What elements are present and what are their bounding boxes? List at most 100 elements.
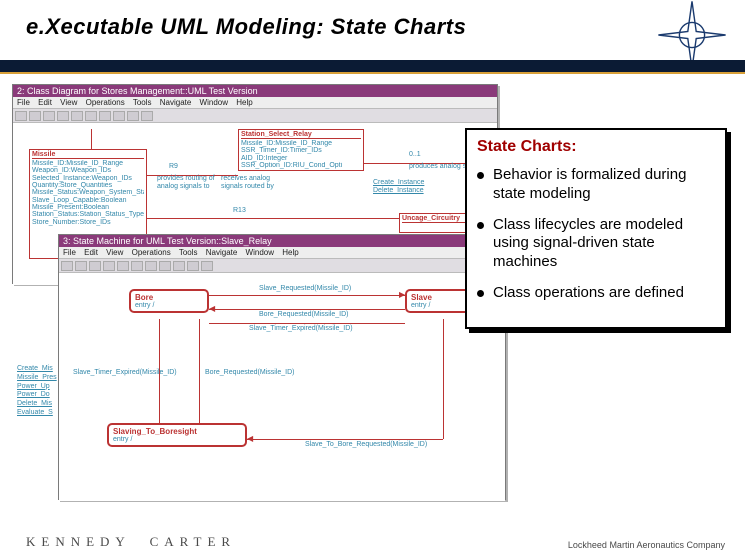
transition-label: Bore_Requested(Missile_ID) <box>205 369 294 376</box>
slide: e.Xecutable UML Modeling: State Charts 2… <box>0 0 745 558</box>
menu-edit[interactable]: Edit <box>84 248 98 257</box>
menu-bar[interactable]: File Edit View Operations Tools Navigate… <box>59 247 505 259</box>
link-delete-instance[interactable]: Delete_Instance <box>373 187 424 194</box>
link-create-instance[interactable]: Create_Instance <box>373 179 424 186</box>
class-relay[interactable]: Station_Select_Relay Missile_ID:Missile_… <box>238 129 364 171</box>
toolbar-button[interactable] <box>173 261 185 271</box>
menu-file[interactable]: File <box>63 248 76 257</box>
rel-label: receives analog <box>221 175 270 182</box>
attr: Missile_ID:Missile_ID_Range <box>32 160 144 167</box>
header: e.Xecutable UML Modeling: State Charts <box>0 0 745 68</box>
footer-right: Lockheed Martin Aeronautics Company <box>568 540 725 550</box>
toolbar-button[interactable] <box>85 111 97 121</box>
bullet-icon <box>477 222 484 229</box>
toolbar-button[interactable] <box>145 261 157 271</box>
menu-navigate[interactable]: Navigate <box>206 248 238 257</box>
menu-operations[interactable]: Operations <box>86 98 125 107</box>
toolbar-button[interactable] <box>127 111 139 121</box>
link[interactable]: Missile_Pres <box>17 374 57 383</box>
toolbar-button[interactable] <box>71 111 83 121</box>
toolbar-button[interactable] <box>159 261 171 271</box>
attr: Missile_ID:Missile_ID_Range <box>241 140 361 147</box>
menu-operations[interactable]: Operations <box>132 248 171 257</box>
class-name: Station_Select_Relay <box>241 131 361 139</box>
menu-help[interactable]: Help <box>236 98 252 107</box>
attr: Quantity:Store_Quantities <box>32 182 144 189</box>
transition-label: Slave_Requested(Missile_ID) <box>259 285 351 292</box>
link[interactable]: Evaluate_S <box>17 409 57 418</box>
slide-title: e.Xecutable UML Modeling: State Charts <box>26 14 745 40</box>
menu-window[interactable]: Window <box>200 98 228 107</box>
footer-carter: CARTER <box>150 534 237 549</box>
toolbar-button[interactable] <box>57 111 69 121</box>
state-slaving[interactable]: Slaving_To_Boresight entry / <box>107 423 247 447</box>
rel-label: R13 <box>233 207 246 214</box>
toolbar-button[interactable] <box>61 261 73 271</box>
window-state-machine: 3: State Machine for UML Test Version::S… <box>58 234 506 500</box>
callout-list: Behavior is formalized during state mode… <box>477 166 715 303</box>
bullet-item: Behavior is formalized during state mode… <box>477 166 715 204</box>
toolbar-button[interactable] <box>187 261 199 271</box>
toolbar-button[interactable] <box>43 111 55 121</box>
menu-tools[interactable]: Tools <box>179 248 198 257</box>
toolbar-button[interactable] <box>89 261 101 271</box>
menu-navigate[interactable]: Navigate <box>160 98 192 107</box>
transition <box>209 295 405 296</box>
menu-help[interactable]: Help <box>282 248 298 257</box>
link[interactable]: Power_Up <box>17 383 57 392</box>
transition <box>443 319 444 439</box>
toolbar-button[interactable] <box>99 111 111 121</box>
rel-label: 0..1 <box>409 151 421 158</box>
menu-bar[interactable]: File Edit View Operations Tools Navigate… <box>13 97 497 109</box>
attr: SSR_Option_ID:RIU_Cond_Opti <box>241 162 361 169</box>
attr: AID_ID:Integer <box>241 155 361 162</box>
state-name: Slave <box>411 293 432 302</box>
transition <box>199 319 200 423</box>
toolbar-button[interactable] <box>75 261 87 271</box>
menu-window[interactable]: Window <box>246 248 274 257</box>
menu-view[interactable]: View <box>106 248 123 257</box>
toolbar-button[interactable] <box>29 111 41 121</box>
link[interactable]: Delete_Mis <box>17 400 57 409</box>
toolbar-button[interactable] <box>15 111 27 121</box>
state-entry: entry / <box>113 436 241 443</box>
attr: Selected_Instance:Weapon_IDs <box>32 175 144 182</box>
arrow-right-icon: ▶ <box>399 290 405 299</box>
transition-label: Bore_Requested(Missile_ID) <box>259 311 348 318</box>
attr: SSR_Timer_ID:Timer_IDs <box>241 147 361 154</box>
bullet-item: Class lifecycles are modeled using signa… <box>477 216 715 272</box>
rel-label: signals routed by <box>221 183 274 190</box>
rel-label: provides routing of <box>157 175 215 182</box>
toolbar-button[interactable] <box>141 111 153 121</box>
link[interactable]: Power_Do <box>17 391 57 400</box>
menu-tools[interactable]: Tools <box>133 98 152 107</box>
state-canvas[interactable]: Create_Mis Missile_Pres Power_Up Power_D… <box>59 273 505 501</box>
toolbar-button[interactable] <box>103 261 115 271</box>
window-title: 3: State Machine for UML Test Version::S… <box>59 235 505 247</box>
menu-view[interactable]: View <box>60 98 77 107</box>
menu-edit[interactable]: Edit <box>38 98 52 107</box>
class-name: Missile <box>32 151 144 159</box>
window-title: 2: Class Diagram for Stores Management::… <box>13 85 497 97</box>
menu-file[interactable]: File <box>17 98 30 107</box>
toolbar <box>13 109 497 123</box>
divider-gold <box>0 72 745 74</box>
divider-dark <box>0 60 745 72</box>
attr: Weapon_ID:Weapon_IDs <box>32 167 144 174</box>
rel-label: R9 <box>169 163 178 170</box>
bullet-text: Class lifecycles are modeled using signa… <box>493 216 683 271</box>
toolbar-button[interactable] <box>117 261 129 271</box>
transition <box>209 323 405 324</box>
toolbar-button[interactable] <box>201 261 213 271</box>
link-column: Create_Mis Missile_Pres Power_Up Power_D… <box>17 365 57 418</box>
callout-heading: State Charts: <box>477 138 715 156</box>
arrow-left-icon: ◀ <box>247 434 253 443</box>
transition-label: Slave_Timer_Expired(Missile_ID) <box>249 325 353 332</box>
footer-left: KENNEDY CARTER <box>26 534 236 550</box>
state-name: Slaving_To_Boresight <box>113 427 197 436</box>
state-bore[interactable]: Bore entry / <box>129 289 209 313</box>
link[interactable]: Create_Mis <box>17 365 57 374</box>
bullet-icon <box>477 290 484 297</box>
toolbar-button[interactable] <box>131 261 143 271</box>
toolbar-button[interactable] <box>113 111 125 121</box>
